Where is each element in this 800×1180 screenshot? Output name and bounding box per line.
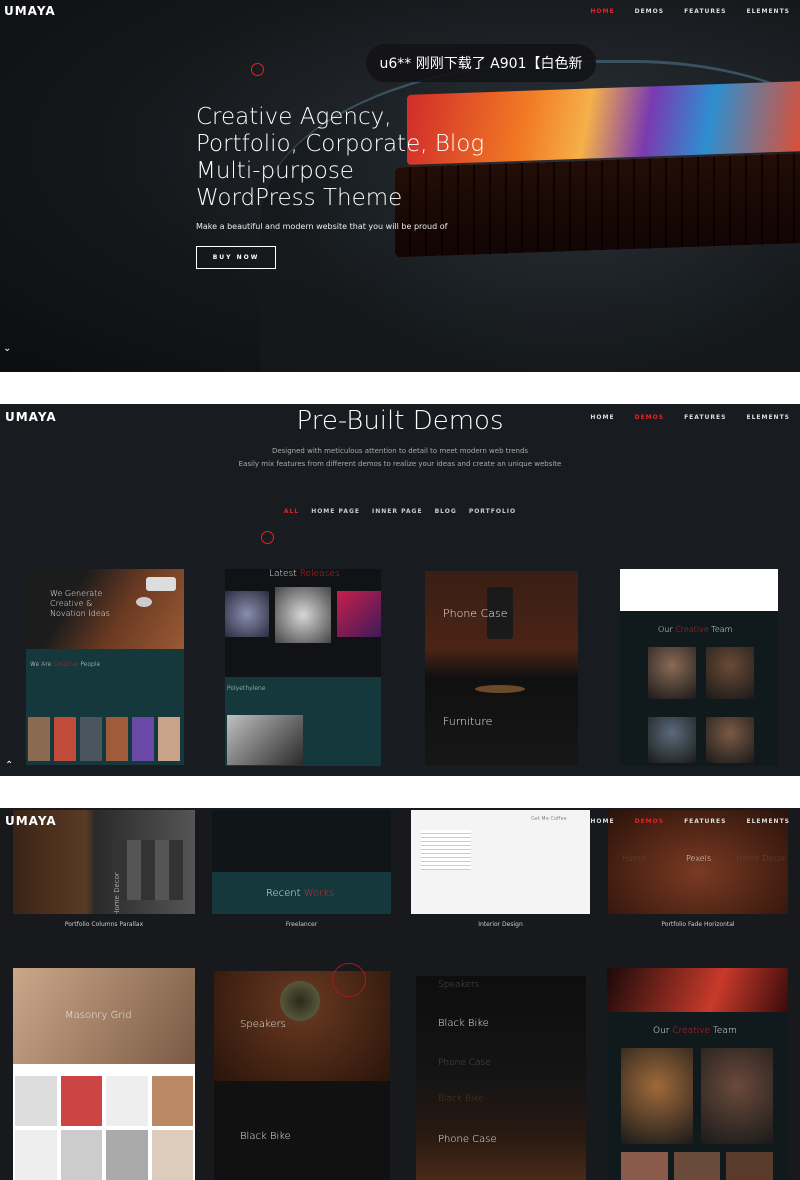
thumb-overlay-bottom: Black Bike (240, 1131, 291, 1142)
stool-photo (475, 685, 525, 693)
cursor-ring-icon (261, 531, 274, 544)
album-art-1 (225, 591, 269, 637)
thumb-overlay: Recent Works (266, 888, 335, 899)
buy-now-button[interactable]: BUY NOW (196, 246, 276, 269)
nav-features[interactable]: FEATURES (674, 818, 736, 825)
demo-filters: ALL HOME PAGE INNER PAGE BLOG PORTFOLIO (0, 508, 800, 515)
album-art-3 (337, 591, 381, 637)
card-caption[interactable]: Interior Design (411, 921, 590, 928)
portrait-photo (227, 715, 303, 765)
chevron-down-icon[interactable]: ⌄ (3, 343, 11, 354)
grid-nav: HOME DEMOS FEATURES ELEMENTS (580, 818, 800, 825)
demos-section: UMAYA HOME DEMOS FEATURES ELEMENTS Pre-B… (0, 404, 800, 776)
download-notice: u6** 刚刚下载了 A901【白色新 (366, 44, 596, 82)
demo-thumb-team[interactable]: Our Creative Team (620, 569, 778, 766)
team-member-4 (706, 717, 754, 763)
filter-blog[interactable]: BLOG (435, 508, 457, 515)
filter-all[interactable]: ALL (284, 508, 299, 515)
cursor-ring-icon (332, 963, 366, 997)
speaker-object (280, 981, 320, 1021)
filter-inner-page[interactable]: INNER PAGE (372, 508, 423, 515)
thumb-heading: Latest Releases (269, 569, 340, 579)
thumb-overlay: Pexels (686, 854, 712, 863)
thumb-heading: Our Creative Team (653, 1026, 737, 1036)
thumb-overlay-b: Black Bike (438, 1018, 489, 1029)
team-member-1 (648, 647, 696, 699)
demos-desc-2: Easily mix features from different demos… (238, 460, 562, 468)
demo-thumb-phone-case[interactable]: Phone Case Furniture (425, 571, 578, 765)
filter-portfolio[interactable]: PORTFOLIO (469, 508, 516, 515)
hero-section: UMAYA HOME DEMOS FEATURES ELEMENTS u6** … (0, 0, 800, 372)
demo-portfolio-fade[interactable]: Home Pexels Home Decor (608, 810, 788, 914)
filter-home-page[interactable]: HOME PAGE (311, 508, 360, 515)
white-header (620, 569, 778, 611)
cursor-ring-icon (251, 63, 264, 76)
thumb-heading: Our Creative Team (658, 625, 733, 634)
hero-title: Creative Agency, Portfolio, Corporate, B… (196, 104, 485, 211)
nav-elements[interactable]: ELEMENTS (736, 818, 800, 825)
brand-logo[interactable]: UMAYA (4, 4, 56, 18)
mouse-photo (136, 597, 152, 607)
thumb-overlay: Masonry Grid (65, 1010, 132, 1021)
card-caption[interactable]: Freelancer (212, 921, 391, 928)
demo-grid-section: UMAYA HOME DEMOS FEATURES ELEMENTS Home … (0, 808, 800, 1180)
thumb-overlay: Home Decor (112, 872, 121, 914)
demo-masonry-grid[interactable]: Masonry Grid (13, 968, 195, 1180)
laptop-photo (607, 968, 788, 1012)
nav-demos[interactable]: DEMOS (625, 8, 674, 15)
demo-creative-team[interactable]: Our Creative Team (607, 968, 788, 1180)
team-member-1 (621, 1048, 693, 1144)
brand-logo[interactable]: UMAYA (5, 814, 57, 828)
text-lines (421, 830, 471, 870)
keyboard-photo (146, 577, 176, 591)
nav-home[interactable]: HOME (580, 8, 624, 15)
thumb-overlay: Get Me Coffee (531, 816, 567, 822)
main-nav: HOME DEMOS FEATURES ELEMENTS (580, 8, 800, 15)
hero-subtitle: Make a beautiful and modern website that… (196, 222, 448, 231)
thumb-overlay-c: Phone Case (438, 1058, 491, 1068)
thumb-top-label: Phone Case (443, 607, 508, 620)
demo-speakers[interactable]: Speakers Black Bike (214, 971, 390, 1180)
thumb-right-text: Home Decor (736, 854, 786, 863)
album-art-2 (275, 587, 331, 643)
chevron-up-icon[interactable]: ⌃ (5, 760, 13, 771)
team-member-2 (706, 647, 754, 699)
nav-demos[interactable]: DEMOS (625, 818, 674, 825)
team-row (621, 1152, 774, 1180)
demo-thumb-releases[interactable]: Latest Releases Polyethylene (225, 569, 381, 766)
demos-desc-1: Designed with meticulous attention to de… (271, 447, 529, 455)
masonry-photos (15, 1076, 193, 1180)
team-photos (28, 717, 180, 761)
demos-title: Pre-Built Demos (296, 406, 504, 436)
card-caption[interactable]: Portfolio Columns Parallax (13, 921, 195, 928)
demo-thumb-creative[interactable]: We Generate Creative & Novation Ideas We… (26, 569, 184, 765)
team-member-2 (701, 1048, 773, 1144)
demo-black-bike[interactable]: Speakers Black Bike Phone Case Black Bik… (416, 976, 586, 1180)
thumb-overlay-d: Black Bike (438, 1094, 484, 1104)
vases-photo (113, 840, 183, 900)
nav-features[interactable]: FEATURES (674, 8, 736, 15)
thumb-bottom-label: Furniture (443, 715, 493, 728)
card-caption[interactable]: Portfolio Fade Horizontal (608, 921, 788, 928)
thumb-sub: We Are Creative People (30, 661, 101, 668)
demo-interior-design[interactable]: Get Me Coffee (411, 810, 590, 914)
nav-home[interactable]: HOME (580, 818, 624, 825)
thumb-overlay-top: Speakers (240, 1019, 286, 1030)
team-member-3 (648, 717, 696, 763)
nav-elements[interactable]: ELEMENTS (736, 8, 800, 15)
demo-freelancer[interactable]: Recent Works (212, 810, 391, 914)
thumb-overlay-e: Phone Case (438, 1134, 497, 1145)
thumb-left-text: Home (622, 854, 646, 863)
thumb-overlay-a: Speakers (438, 980, 480, 990)
thumb-heading: We Generate Creative & Novation Ideas (50, 589, 110, 618)
thumb-sub: Polyethylene (227, 685, 266, 692)
